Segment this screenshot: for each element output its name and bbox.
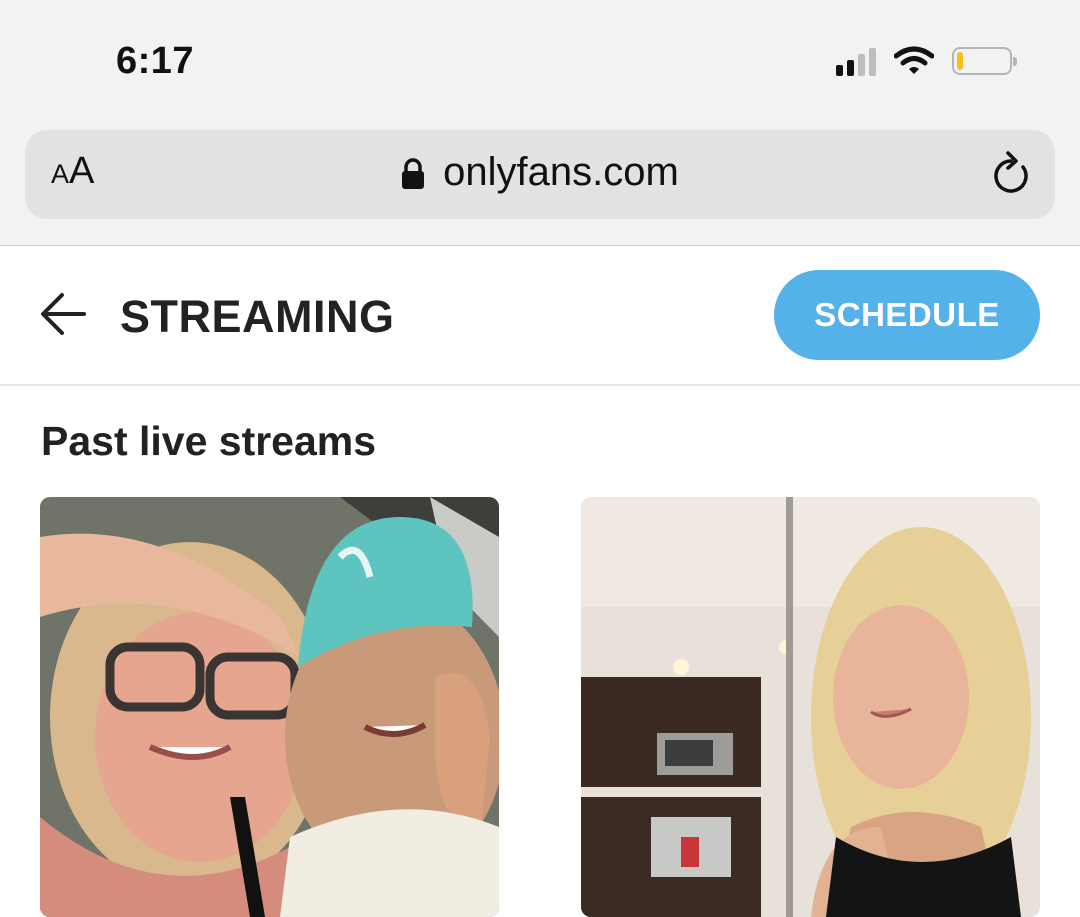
reload-icon[interactable]	[989, 150, 1033, 196]
browser-chrome: 6:17 AA onlyfans.com	[0, 0, 1080, 246]
address-bar[interactable]: AA onlyfans.com	[25, 130, 1055, 219]
stream-thumbnail[interactable]	[40, 497, 499, 917]
battery-icon	[952, 47, 1017, 75]
wifi-icon	[894, 46, 934, 74]
section-title: Past live streams	[41, 418, 377, 464]
cellular-signal-icon	[836, 46, 876, 76]
url-display[interactable]: onlyfans.com	[25, 152, 1055, 192]
back-arrow-icon[interactable]	[38, 291, 88, 337]
stream-thumbnail[interactable]	[581, 497, 1040, 917]
status-time: 6:17	[116, 40, 195, 82]
schedule-button[interactable]: SCHEDULE	[774, 270, 1040, 360]
page-header: STREAMING SCHEDULE	[0, 246, 1080, 386]
lock-icon	[402, 158, 425, 190]
status-icons	[836, 44, 1017, 78]
battery-level	[957, 52, 963, 70]
url-text: onlyfans.com	[443, 150, 679, 194]
page-title: STREAMING	[120, 291, 395, 342]
